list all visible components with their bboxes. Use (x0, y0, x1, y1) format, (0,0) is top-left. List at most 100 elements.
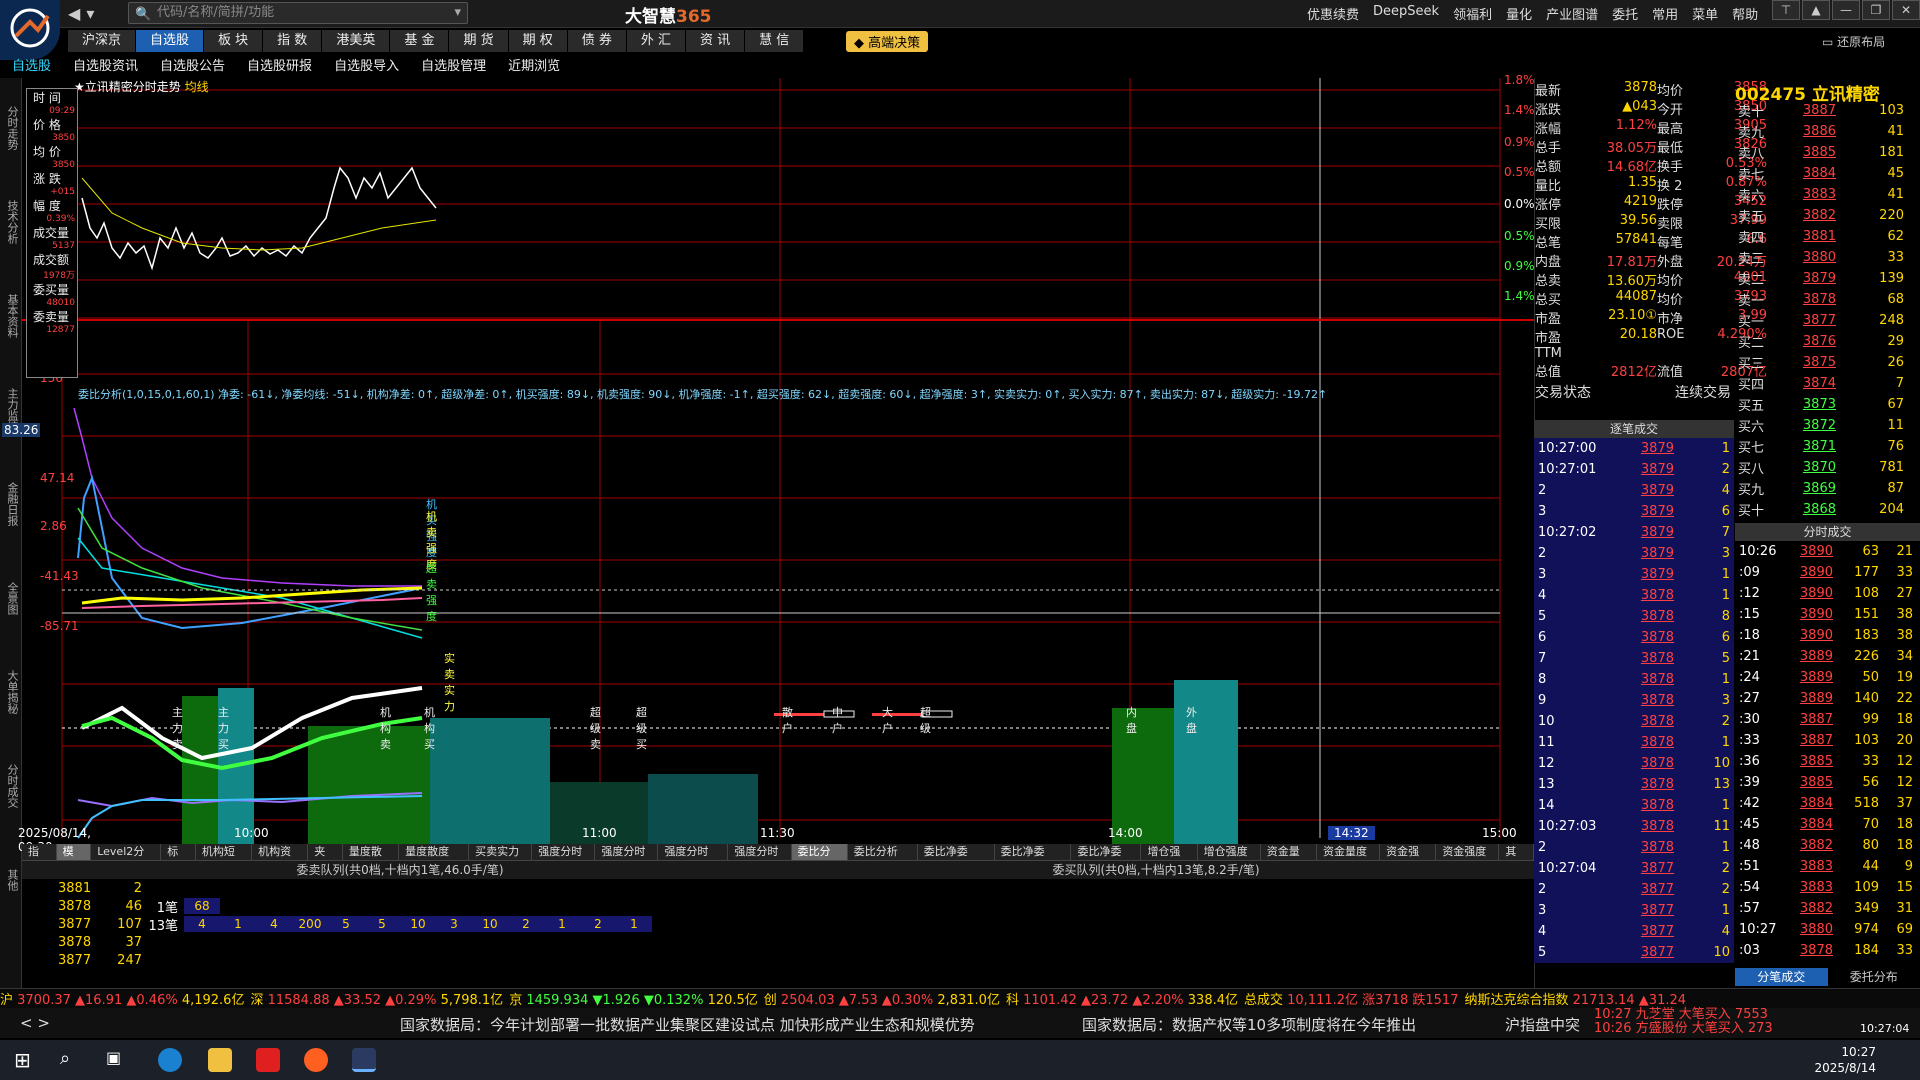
top-link-4[interactable]: 产业图谱 (1546, 4, 1598, 23)
orderbook-row[interactable]: 卖二 3879 139 (1738, 268, 1918, 289)
back-icon[interactable]: ◀ (68, 4, 80, 23)
intraday-chart[interactable]: ★立讯精密分时走势 均线 1.8% 1.4% 0.9% 0.5% 0.0% 0.5% 0.9… (2, 73, 1535, 854)
orderbook-row[interactable]: 买三 3875 26 (1738, 352, 1918, 373)
tab-fenbi[interactable]: 分笔成交 (1735, 968, 1828, 986)
orderbook-row[interactable]: 卖三 3880 33 (1738, 247, 1918, 268)
ticker-item[interactable]: 沪 3700.37 ▲16.91 ▲0.46% 4,192.6亿 (0, 989, 244, 1008)
gaoduan-button[interactable]: ◆ 高端决策 (846, 31, 929, 52)
news-item-2[interactable]: 国家数据局：数据产权等10多项制度将在今年推出 (1082, 1014, 1416, 1035)
main-tab-17[interactable]: 委比净委102 (995, 844, 1072, 873)
main-tab-9[interactable]: 买卖实力2 (469, 844, 533, 873)
ticker-item[interactable]: 科 1101.42 ▲23.72 ▲2.20% 338.4亿 (1006, 989, 1238, 1008)
menu-tab-2[interactable]: 板 块 (204, 30, 264, 52)
orderbook-row[interactable]: 卖十 3887 103 (1738, 100, 1918, 121)
main-tab-14[interactable]: 委比分析 (791, 844, 848, 873)
orderbook-row[interactable]: 卖六 3883 41 (1738, 184, 1918, 205)
edge-icon[interactable] (158, 1048, 182, 1072)
ticker-item[interactable]: 深 11584.88 ▲33.52 ▲0.29% 5,798.1亿 (250, 989, 503, 1008)
sub-link-5[interactable]: 自选股管理 (421, 55, 486, 77)
maximize-button[interactable]: ❐ (1862, 0, 1890, 20)
sub-link-4[interactable]: 自选股导入 (334, 55, 399, 77)
menu-tab-10[interactable]: 资 讯 (686, 30, 746, 52)
orderbook-row[interactable]: 买八 3870 781 (1738, 457, 1918, 478)
ticker-item[interactable]: 京 1459.934 ▼1.926 ▼0.132% 120.5亿 (509, 989, 758, 1008)
orderbook-row[interactable]: 买一 3877 248 (1738, 310, 1918, 331)
main-tab-13[interactable]: 强度分时5 (728, 844, 792, 873)
sub-link-6[interactable]: 近期浏览 (508, 55, 560, 77)
menu-tab-6[interactable]: 期 货 (449, 30, 509, 52)
orderbook-row[interactable]: 卖四 3881 62 (1738, 226, 1918, 247)
main-tab-5[interactable]: 机构资金 (252, 844, 309, 873)
menu-tab-11[interactable]: 慧 信 (745, 30, 805, 52)
top-link-5[interactable]: 委托 (1612, 4, 1638, 23)
main-tab-18[interactable]: 委比净委60 (1071, 844, 1142, 873)
sub-link-0[interactable]: 自选股 (12, 55, 51, 77)
dazhihui-taskbar-icon[interactable] (352, 1048, 376, 1072)
main-tab-12[interactable]: 强度分时32 (658, 844, 729, 873)
orderbook-row[interactable]: 买七 3871 76 (1738, 436, 1918, 457)
side-tab-0[interactable]: 分时走势 (4, 84, 20, 172)
orderbook-row[interactable]: 买二 3876 29 (1738, 331, 1918, 352)
main-tab-25[interactable]: 其他 (1499, 844, 1535, 873)
top-link-8[interactable]: 帮助 (1732, 4, 1758, 23)
tick-list[interactable]: 逐笔成交 10:27:00 3879 1 10:27:01 3879 2 2 3879 4 3 38… (1534, 420, 1734, 963)
main-tab-7[interactable]: 量度散度 (343, 844, 400, 873)
orderbook-row[interactable]: 卖九 3886 41 (1738, 121, 1918, 142)
side-tab-6[interactable]: 大单揭秘 (4, 648, 20, 736)
main-tab-23[interactable]: 资金强度 (1380, 844, 1437, 873)
main-tab-16[interactable]: 委比净委100 (918, 844, 995, 873)
tray-clock[interactable]: 10:27 2025/8/14 (1814, 1044, 1876, 1076)
main-tab-22[interactable]: 资金量度2 (1317, 844, 1381, 873)
main-tab-20[interactable]: 增仓强度2 (1198, 844, 1261, 873)
sub-link-1[interactable]: 自选股资讯 (73, 55, 138, 77)
menu-tab-7[interactable]: 期 权 (508, 30, 568, 52)
main-tab-10[interactable]: 强度分时1 (532, 844, 596, 873)
side-tab-1[interactable]: 技术分析 (4, 178, 20, 266)
restore-layout-button[interactable]: ▭ 还原布局 (1822, 33, 1885, 50)
orderbook-row[interactable]: 买九 3869 87 (1738, 478, 1918, 499)
news-nav-icon[interactable]: < > (20, 1014, 50, 1032)
main-tab-3[interactable]: 标准 (161, 844, 196, 873)
main-tab-1[interactable]: 模板 (56, 844, 92, 873)
main-tab-24[interactable]: 资金强度2 (1436, 844, 1500, 873)
main-tab-2[interactable]: Level2分析 (91, 844, 162, 873)
menu-tab-1[interactable]: 自选股 (136, 30, 205, 52)
top-link-3[interactable]: 量化 (1506, 4, 1532, 23)
menu-tab-0[interactable]: 沪深京 (68, 30, 137, 52)
ticker-item[interactable]: 创 2504.03 ▲7.53 ▲0.30% 2,831.0亿 (764, 989, 1000, 1008)
ticker-item[interactable]: 总成交 10,111.2亿 涨3718 跌1517 (1244, 989, 1458, 1008)
top-link-7[interactable]: 菜单 (1692, 4, 1718, 23)
top-link-2[interactable]: 领福利 (1453, 4, 1492, 23)
orderbook-row[interactable]: 卖一 3878 68 (1738, 289, 1918, 310)
orderbook-row[interactable]: 买十 3868 204 (1738, 499, 1918, 520)
news-item-3[interactable]: 沪指盘中突 (1505, 1014, 1580, 1035)
orderbook-row[interactable]: 卖八 3885 181 (1738, 142, 1918, 163)
skin-icon[interactable]: ▲ (1802, 0, 1830, 20)
top-link-0[interactable]: 优惠续费 (1307, 4, 1359, 23)
menu-tab-8[interactable]: 债 券 (567, 30, 627, 52)
search-dropdown-icon[interactable]: ▾ (454, 3, 461, 23)
main-tab-19[interactable]: 增仓强度 (1141, 844, 1198, 873)
orderbook-row[interactable]: 卖五 3882 220 (1738, 205, 1918, 226)
minute-trades-list[interactable]: 分时成交 10:26 3890 63 21:09 3890 177 33:12 3890 108… (1735, 523, 1920, 961)
minimize-button[interactable]: — (1832, 0, 1860, 20)
side-tab-4[interactable]: 金融日报 (4, 460, 20, 548)
menu-tab-9[interactable]: 外 汇 (626, 30, 687, 52)
app-icon-red[interactable] (256, 1048, 280, 1072)
main-tab-15[interactable]: 委比分析50 (848, 844, 918, 873)
search-taskbar-icon[interactable]: ⌕ (60, 1048, 84, 1072)
side-tab-7[interactable]: 分时成交 (4, 742, 20, 830)
menu-tab-4[interactable]: 港美英 (322, 30, 391, 52)
side-tab-5[interactable]: 全景图 (4, 554, 20, 642)
side-tab-2[interactable]: 基本资料 (4, 272, 20, 360)
orderbook-row[interactable]: 买六 3872 11 (1738, 415, 1918, 436)
tab-weituo[interactable]: 委托分布 (1828, 968, 1920, 986)
folder-icon[interactable] (208, 1048, 232, 1072)
news-item-1[interactable]: 国家数据局：今年计划部署一批数据产业集聚区建设试点 加快形成产业生态和规模优势 (400, 1014, 975, 1035)
close-button[interactable]: ✕ (1892, 0, 1920, 20)
alerts[interactable]: 10:27 九芝堂 大笔买入 7553 10:26 方盛股份 大笔买入 273 (1594, 1008, 1773, 1036)
app-icon-orange[interactable] (304, 1048, 328, 1072)
sub-link-3[interactable]: 自选股研报 (247, 55, 312, 77)
orderbook-row[interactable]: 卖七 3884 45 (1738, 163, 1918, 184)
main-tab-4[interactable]: 机构短度 (196, 844, 253, 873)
